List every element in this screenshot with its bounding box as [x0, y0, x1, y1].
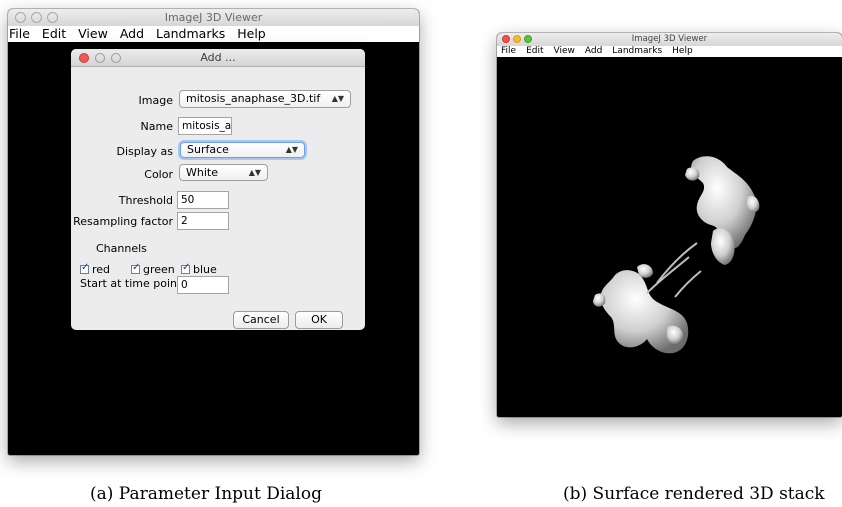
image-label: Image [138, 94, 173, 107]
caption-b: (b) Surface rendered 3D stack [563, 484, 825, 504]
minimize-button[interactable] [513, 35, 521, 43]
resampling-label: Resampling factor [73, 215, 173, 228]
viewer-window-b: ImageJ 3D Viewer File Edit View Add Land… [497, 33, 842, 417]
menu-landmarks[interactable]: Landmarks [612, 46, 662, 57]
resampling-field[interactable]: 2 [177, 212, 229, 230]
close-button[interactable] [502, 35, 510, 43]
threshold-field[interactable]: 50 [177, 191, 229, 209]
add-dialog: Add ... Image mitosis_anaphase_3D.tif ▲▼… [71, 49, 365, 330]
menu-edit[interactable]: Edit [42, 26, 66, 42]
name-field[interactable]: mitosis_anapha [178, 117, 232, 135]
menu-add[interactable]: Add [120, 26, 144, 42]
caption-a: (a) Parameter Input Dialog [90, 484, 322, 504]
zoom-button[interactable] [47, 12, 58, 23]
menu-landmarks[interactable]: Landmarks [156, 26, 225, 42]
color-select-value: White [186, 166, 218, 179]
menu-file[interactable]: File [501, 46, 516, 57]
select-arrows-icon: ▲▼ [331, 94, 344, 103]
cancel-button[interactable]: Cancel [233, 311, 289, 329]
image-select[interactable]: mitosis_anaphase_3D.tif ▲▼ [179, 90, 351, 108]
dialog-close-button[interactable] [79, 53, 89, 63]
color-select[interactable]: White ▲▼ [179, 164, 268, 181]
window-a-menubar: File Edit View Add Landmarks Help [8, 26, 419, 42]
close-button[interactable] [15, 12, 26, 23]
zoom-button[interactable] [524, 35, 532, 43]
window-b-title: ImageJ 3D Viewer [631, 34, 708, 44]
menu-edit[interactable]: Edit [526, 46, 543, 57]
minimize-button[interactable] [31, 12, 42, 23]
surface-render-canvas[interactable] [497, 57, 842, 417]
image-select-value: mitosis_anaphase_3D.tif [186, 92, 321, 105]
checkbox-checked-icon [80, 264, 89, 274]
display-as-value: Surface [187, 143, 229, 156]
select-arrows-icon: ▲▼ [285, 145, 298, 154]
viewer-window-a: ImageJ 3D Viewer File Edit View Add Land… [8, 9, 419, 455]
threshold-label: Threshold [118, 194, 173, 207]
window-a-controls [15, 12, 58, 23]
ok-button[interactable]: OK [295, 311, 343, 329]
channels-label: Channels [96, 242, 147, 255]
window-b-menubar: File Edit View Add Landmarks Help [497, 46, 842, 57]
checkbox-checked-icon [131, 264, 140, 274]
menu-view[interactable]: View [78, 26, 108, 42]
dialog-minimize-button[interactable] [95, 53, 105, 63]
timepoint-label: Start at time point [80, 277, 182, 290]
menu-help[interactable]: Help [672, 46, 693, 57]
dialog-title: Add ... [200, 51, 236, 64]
menu-help[interactable]: Help [237, 26, 266, 42]
window-b-titlebar[interactable]: ImageJ 3D Viewer [497, 33, 842, 47]
surface-filaments [646, 242, 702, 298]
channel-green-label: green [143, 263, 175, 276]
window-a-title: ImageJ 3D Viewer [164, 11, 263, 24]
select-arrows-icon: ▲▼ [248, 168, 261, 177]
timepoint-field[interactable]: 0 [177, 276, 229, 294]
window-b-controls [502, 35, 532, 43]
window-a-titlebar[interactable]: ImageJ 3D Viewer [8, 9, 419, 27]
channel-blue-label: blue [193, 263, 217, 276]
channel-red-checkbox[interactable]: red [80, 263, 110, 276]
surface-cluster-upper [685, 156, 760, 265]
channel-red-label: red [92, 263, 111, 276]
display-as-select[interactable]: Surface ▲▼ [180, 142, 305, 158]
name-label: Name [140, 120, 173, 133]
dialog-zoom-button[interactable] [111, 53, 121, 63]
channel-green-checkbox[interactable]: green [131, 263, 175, 276]
channel-blue-checkbox[interactable]: blue [181, 263, 217, 276]
menu-add[interactable]: Add [585, 46, 602, 57]
color-label: Color [144, 168, 173, 181]
dialog-titlebar[interactable]: Add ... [71, 49, 365, 67]
menu-file[interactable]: File [9, 26, 30, 42]
menu-view[interactable]: View [554, 46, 575, 57]
surface-cluster-lower [593, 264, 689, 354]
checkbox-checked-icon [181, 264, 190, 274]
display-as-label: Display as [116, 145, 173, 158]
